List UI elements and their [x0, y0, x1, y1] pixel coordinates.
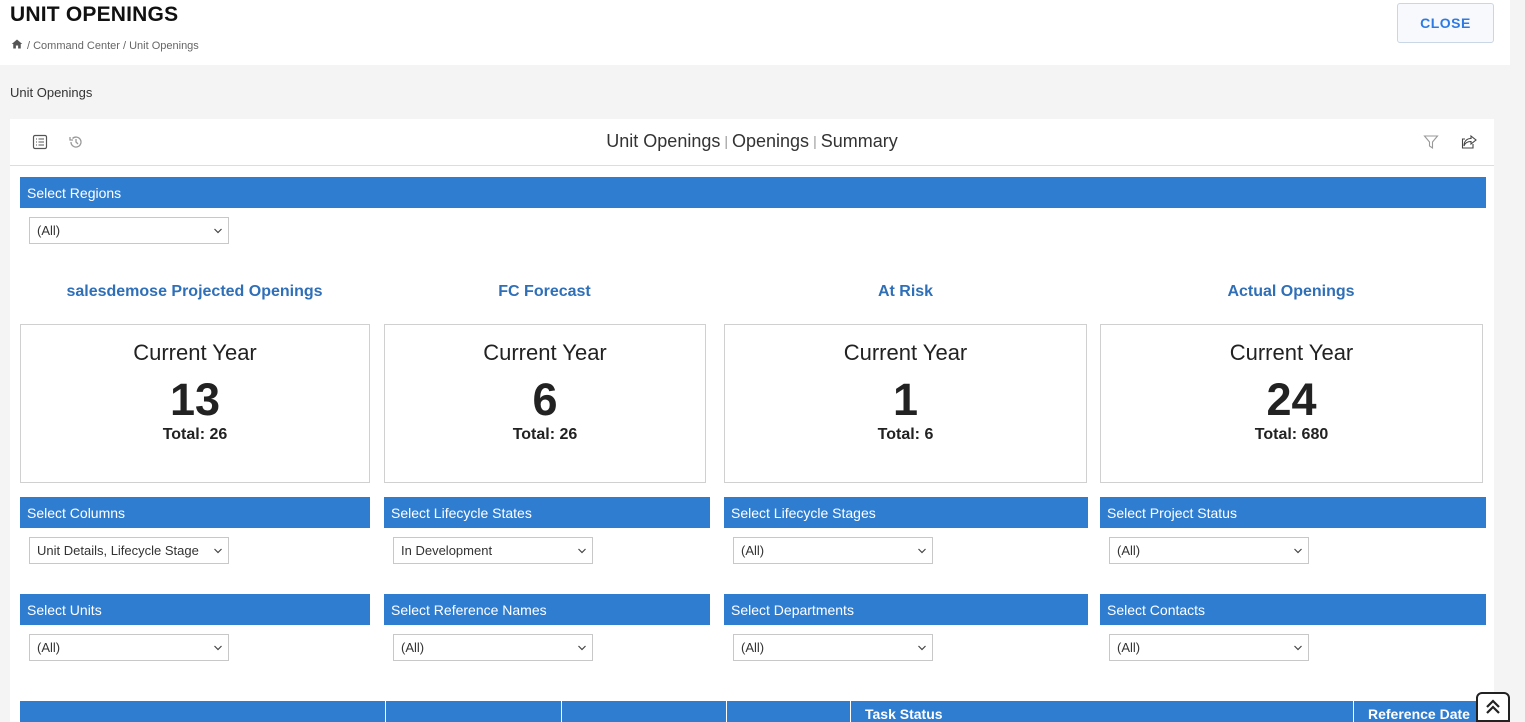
table-header-task-status[interactable]: Task Status: [851, 701, 1354, 722]
share-icon[interactable]: [1460, 133, 1478, 151]
columns-select[interactable]: Unit Details, Lifecycle Stage: [29, 537, 229, 564]
panel-toolbar: Unit Openings | Openings | Summary: [10, 119, 1494, 166]
select-lifecycle-stages-header: Select Lifecycle Stages: [724, 497, 1088, 528]
kpi-title-actual-openings[interactable]: Actual Openings: [1100, 283, 1482, 301]
chevron-down-icon: [214, 228, 222, 234]
select-reference-names-header: Select Reference Names: [384, 594, 710, 625]
select-project-status-header: Select Project Status: [1100, 497, 1486, 528]
units-select-value: (All): [37, 640, 61, 655]
table-header-cell[interactable]: [727, 701, 851, 722]
panel-title-part-3: Summary: [820, 131, 898, 151]
kpi-total: Total: 6: [877, 426, 934, 443]
units-select[interactable]: (All): [29, 634, 229, 661]
reference-names-select-value: (All): [401, 640, 425, 655]
lifecycle-stages-select[interactable]: (All): [733, 537, 933, 564]
page-title: UNIT OPENINGS: [10, 3, 179, 26]
page-header: UNIT OPENINGS / Command Center / Unit Op…: [0, 0, 1510, 65]
breadcrumb-path[interactable]: / Command Center / Unit Openings: [27, 40, 199, 52]
select-regions-header: Select Regions: [20, 177, 1486, 208]
select-contacts-header: Select Contacts: [1100, 594, 1486, 625]
kpi-title-at-risk[interactable]: At Risk: [724, 283, 1087, 301]
double-chevron-up-icon: [1486, 699, 1500, 714]
lifecycle-states-select[interactable]: In Development: [393, 537, 593, 564]
select-columns-header: Select Columns: [20, 497, 370, 528]
dashboard-panel: Unit Openings | Openings | Summary Select Re…: [10, 119, 1494, 722]
chevron-down-icon: [214, 645, 222, 651]
scroll-to-top-button[interactable]: [1476, 692, 1510, 722]
kpi-card-fc-forecast[interactable]: Current Year 6 Total: 26: [384, 324, 706, 483]
contacts-select-value: (All): [1117, 640, 1141, 655]
lifecycle-stages-select-value: (All): [741, 543, 765, 558]
select-lifecycle-states-header: Select Lifecycle States: [384, 497, 710, 528]
chevron-down-icon: [918, 645, 926, 651]
section-label: Unit Openings: [10, 85, 93, 100]
close-button[interactable]: CLOSE: [1397, 3, 1494, 43]
kpi-card-projected-openings[interactable]: Current Year 13 Total: 26: [20, 324, 370, 483]
kpi-period: Current Year: [843, 340, 968, 365]
chevron-down-icon: [578, 645, 586, 651]
title-separator: |: [724, 133, 728, 149]
kpi-value: 13: [169, 374, 221, 425]
project-status-select[interactable]: (All): [1109, 537, 1309, 564]
kpi-total: Total: 26: [512, 426, 578, 443]
contacts-select[interactable]: (All): [1109, 634, 1309, 661]
breadcrumb: / Command Center / Unit Openings: [11, 38, 199, 53]
kpi-period: Current Year: [1229, 340, 1354, 365]
regions-select-value: (All): [37, 223, 61, 238]
kpi-title-projected-openings[interactable]: salesdemose Projected Openings: [20, 283, 369, 301]
panel-title-part-2: Openings: [732, 131, 810, 151]
kpi-card-actual-openings[interactable]: Current Year 24 Total: 680: [1100, 324, 1483, 483]
chevron-down-icon: [1294, 548, 1302, 554]
title-separator: |: [813, 133, 817, 149]
kpi-title-fc-forecast[interactable]: FC Forecast: [384, 283, 705, 301]
kpi-value: 24: [1266, 374, 1317, 425]
columns-select-value: Unit Details, Lifecycle Stage: [37, 543, 199, 558]
panel-title: Unit Openings | Openings | Summary: [10, 131, 1494, 152]
lifecycle-states-select-value: In Development: [401, 543, 493, 558]
kpi-total: Total: 680: [1254, 426, 1329, 443]
kpi-period: Current Year: [483, 340, 607, 365]
kpi-period: Current Year: [133, 340, 257, 365]
table-header-cell[interactable]: [562, 701, 727, 722]
chevron-down-icon: [918, 548, 926, 554]
project-status-select-value: (All): [1117, 543, 1141, 558]
regions-select[interactable]: (All): [29, 217, 229, 244]
kpi-card-at-risk[interactable]: Current Year 1 Total: 6: [724, 324, 1087, 483]
kpi-total: Total: 26: [162, 426, 228, 443]
table-header-cell[interactable]: [20, 701, 386, 722]
kpi-value: 1: [892, 374, 919, 425]
chevron-down-icon: [578, 548, 586, 554]
table-header-cell[interactable]: [386, 701, 562, 722]
home-icon[interactable]: [11, 38, 23, 53]
reference-names-select[interactable]: (All): [393, 634, 593, 661]
departments-select-value: (All): [741, 640, 765, 655]
chevron-down-icon: [1294, 645, 1302, 651]
chevron-down-icon: [214, 548, 222, 554]
table-header: Task Status Reference Date: [20, 701, 1484, 722]
departments-select[interactable]: (All): [733, 634, 933, 661]
kpi-value: 6: [532, 374, 558, 425]
select-departments-header: Select Departments: [724, 594, 1088, 625]
panel-title-part-1: Unit Openings: [606, 131, 721, 151]
table-header-reference-date[interactable]: Reference Date: [1354, 701, 1484, 722]
filter-icon[interactable]: [1422, 133, 1440, 151]
select-units-header: Select Units: [20, 594, 370, 625]
